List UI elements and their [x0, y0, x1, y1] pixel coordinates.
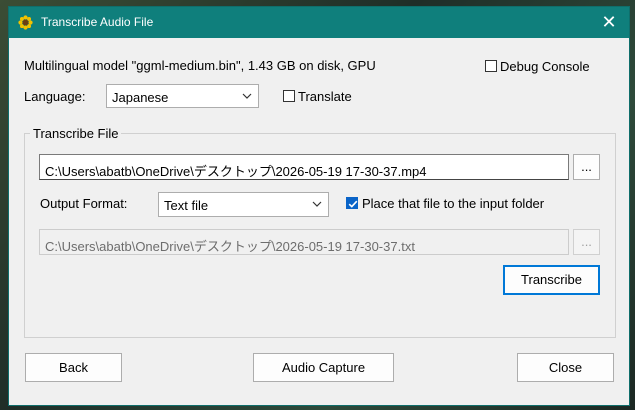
title-bar: Transcribe Audio File ✕: [9, 7, 629, 38]
output-format-select[interactable]: Text file: [158, 192, 329, 217]
output-format-selected-value: Text file: [164, 198, 209, 213]
output-format-label: Output Format:: [40, 196, 128, 211]
transcribe-file-group-title: Transcribe File: [30, 126, 122, 141]
model-info-text: Multilingual model "ggml-medium.bin", 1.…: [24, 58, 376, 73]
window-title: Transcribe Audio File: [41, 15, 154, 29]
sunflower-icon: [18, 15, 33, 30]
input-file-path-value: C:\Users\abatb\OneDrive\デスクトップ\2026-05-1…: [45, 164, 427, 179]
browse-input-button[interactable]: ...: [573, 154, 600, 180]
browse-output-button: ...: [573, 229, 600, 255]
output-file-path-value: C:\Users\abatb\OneDrive\デスクトップ\2026-05-1…: [45, 239, 415, 254]
close-button[interactable]: Close: [517, 353, 614, 382]
chevron-down-icon: [312, 201, 322, 207]
place-in-input-folder-checkbox[interactable]: [346, 197, 358, 209]
debug-console-checkbox[interactable]: [485, 60, 497, 72]
place-in-input-folder-label[interactable]: Place that file to the input folder: [362, 196, 544, 211]
output-file-path-field: C:\Users\abatb\OneDrive\デスクトップ\2026-05-1…: [39, 229, 569, 255]
input-file-path-field[interactable]: C:\Users\abatb\OneDrive\デスクトップ\2026-05-1…: [39, 154, 569, 180]
checkmark-icon: [348, 200, 358, 208]
transcribe-dialog: Transcribe Audio File ✕ Multilingual mod…: [8, 6, 630, 406]
back-button[interactable]: Back: [25, 353, 122, 382]
translate-checkbox[interactable]: [283, 90, 295, 102]
language-selected-value: Japanese: [112, 90, 169, 105]
debug-console-label[interactable]: Debug Console: [500, 59, 590, 74]
language-label: Language:: [24, 89, 86, 104]
chevron-down-icon: [242, 93, 252, 99]
translate-label[interactable]: Translate: [298, 89, 352, 104]
audio-capture-button[interactable]: Audio Capture: [253, 353, 394, 382]
transcribe-button[interactable]: Transcribe: [503, 265, 600, 295]
language-select[interactable]: Japanese: [106, 84, 259, 108]
close-window-button[interactable]: ✕: [589, 7, 629, 38]
